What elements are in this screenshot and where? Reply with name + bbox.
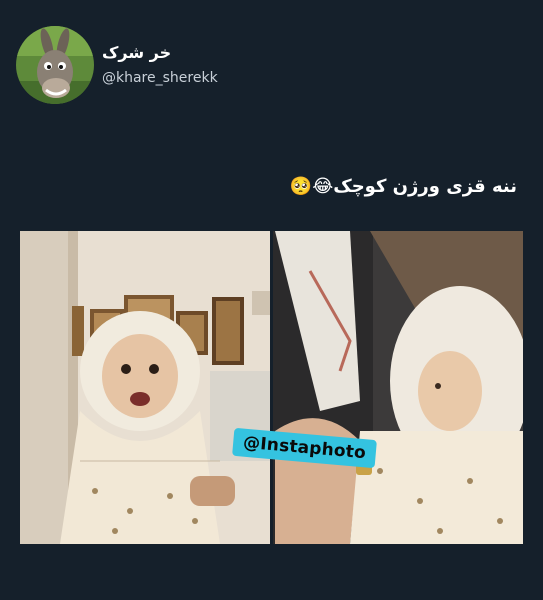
- tweet-text: ننه قزی ورژن کوچک😂🥺: [289, 176, 517, 197]
- tweet-header: خر شرک @khare_sherekk: [16, 26, 218, 104]
- donkey-avatar-icon: [16, 26, 94, 104]
- author-names: خر شرک @khare_sherekk: [102, 42, 218, 88]
- photo-collage: [20, 231, 523, 544]
- left-photo: [20, 231, 270, 544]
- avatar[interactable]: [16, 26, 94, 104]
- display-name[interactable]: خر شرک: [102, 42, 218, 64]
- user-handle[interactable]: @khare_sherekk: [102, 68, 218, 88]
- right-photo: [273, 231, 523, 544]
- tweet-media-image[interactable]: @Instaphoto: [20, 231, 523, 544]
